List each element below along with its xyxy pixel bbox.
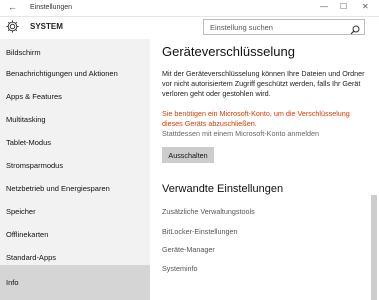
related-link-systeminfo[interactable]: Systeminfo — [162, 264, 198, 273]
sidebar-item-multitasking[interactable]: Multitasking — [0, 108, 150, 130]
search-input[interactable]: Einstellung suchen — [203, 19, 365, 35]
warning-text: Sie benötigen ein Microsoft-Konto, um di… — [162, 109, 350, 128]
section-title: Geräteverschlüsselung — [162, 44, 295, 59]
gear-icon — [5, 19, 20, 39]
sidebar-item-bildschirm[interactable]: Bildschirm — [0, 41, 150, 63]
main-content: Geräteverschlüsselung Mit der Gerätevers… — [150, 39, 379, 300]
scrollbar-thumb[interactable] — [371, 195, 377, 300]
sidebar-item-offlinekarten[interactable]: Offlinekarten — [0, 223, 150, 245]
page-title: SYSTEM — [30, 22, 63, 31]
sidebar-item-tablet-modus[interactable]: Tablet-Modus — [0, 131, 150, 153]
window-title: Einstellungen — [30, 4, 73, 11]
sidebar-item-apps-features[interactable]: Apps & Features — [0, 85, 150, 107]
microsoft-account-link[interactable]: Stattdessen mit einem Microsoft-Konto an… — [162, 129, 319, 138]
related-link-admin-tools[interactable]: Zusätzliche Verwaltungstools — [162, 207, 255, 216]
back-arrow-icon[interactable]: ← — [8, 2, 17, 12]
description-text: Mit der Geräteverschlüsselung können Ihr… — [162, 69, 365, 98]
search-icon[interactable] — [350, 22, 360, 40]
search-placeholder: Einstellung suchen — [210, 23, 273, 32]
sidebar-item-netzbetrieb[interactable]: Netzbetrieb und Energiesparen — [0, 177, 150, 199]
turn-off-button[interactable]: Ausschalten — [162, 147, 214, 163]
sidebar-item-benachrichtigungen[interactable]: Benachrichtigungen und Aktionen — [0, 62, 150, 84]
title-bar: ← Einstellungen — ☐ ✕ — [0, 0, 379, 17]
sidebar-item-stromsparmodus[interactable]: Stromsparmodus — [0, 154, 150, 176]
sidebar-item-info[interactable]: Info — [0, 265, 150, 300]
related-link-device-manager[interactable]: Geräte-Manager — [162, 245, 215, 254]
sidebar-item-speicher[interactable]: Speicher — [0, 200, 150, 222]
maximize-button[interactable]: ☐ — [340, 2, 347, 11]
close-button[interactable]: ✕ — [362, 2, 369, 11]
related-settings-title: Verwandte Einstellungen — [162, 183, 284, 195]
sidebar: Bildschirm Benachrichtigungen und Aktion… — [0, 39, 150, 300]
related-link-bitlocker[interactable]: BitLocker-Einstellungen — [162, 227, 238, 236]
minimize-button[interactable]: — — [320, 2, 328, 11]
